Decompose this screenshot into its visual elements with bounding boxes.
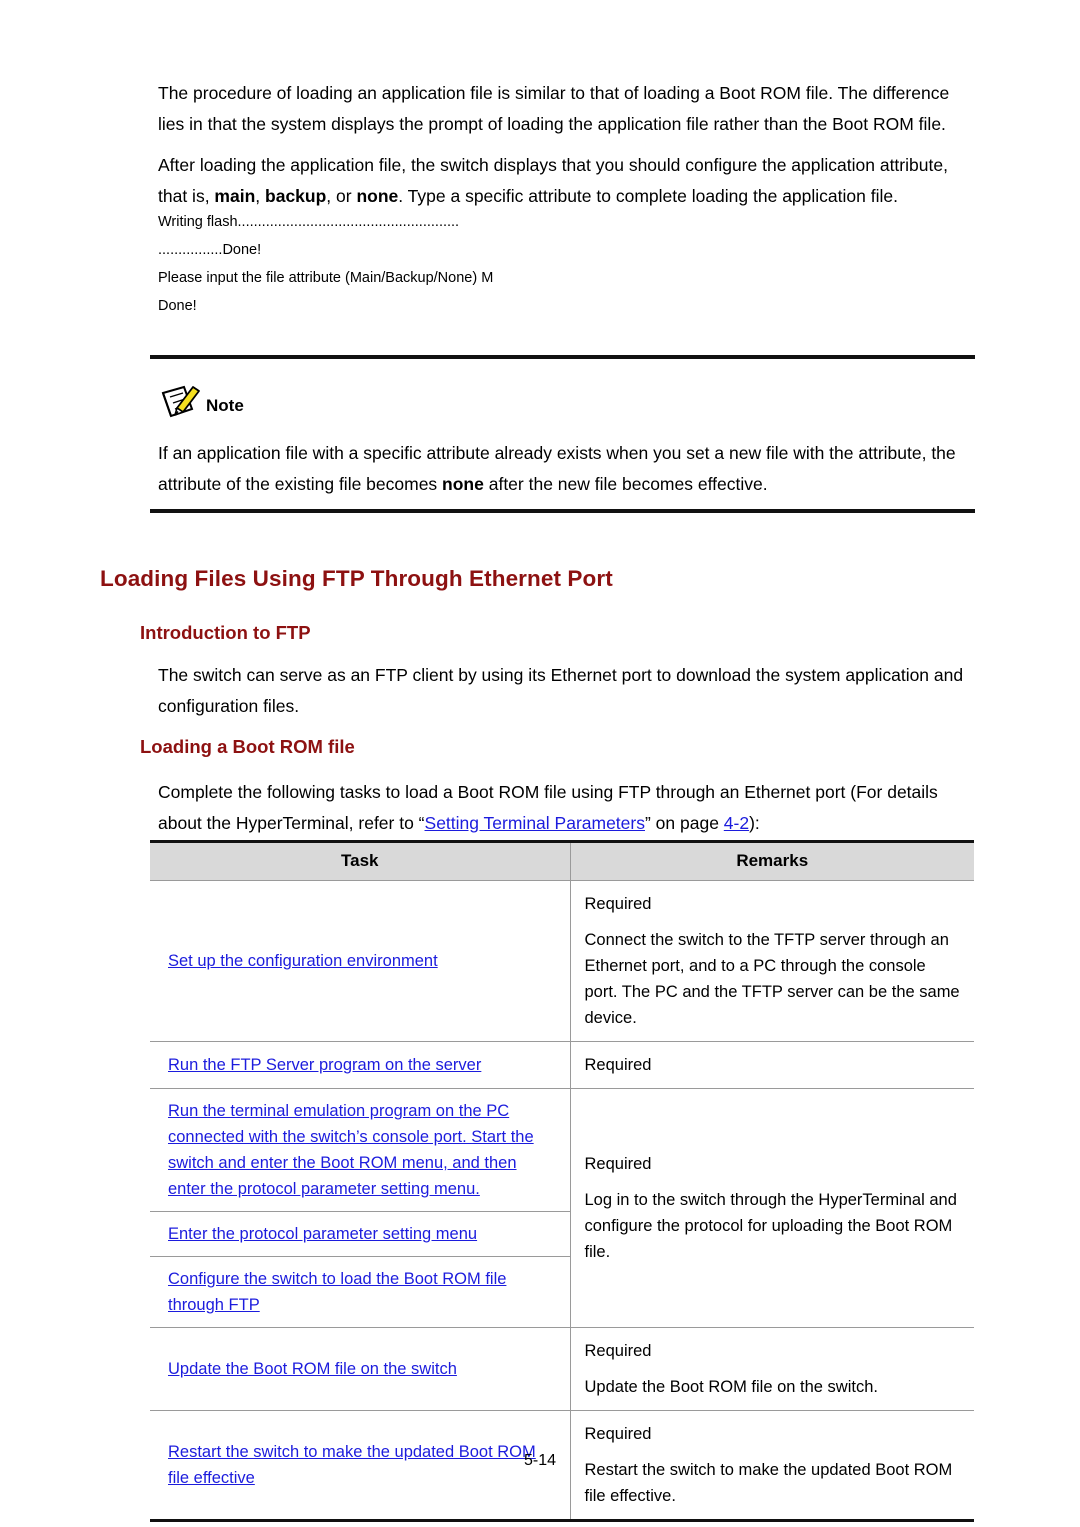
text-run: after the new file becomes effective. bbox=[483, 474, 768, 494]
task-cell: Run the terminal emulation program on th… bbox=[150, 1088, 571, 1212]
emphasis-text: main bbox=[214, 186, 256, 206]
task-link-run-terminal-emulation-program[interactable]: Run the terminal emulation program on th… bbox=[168, 1102, 534, 1198]
task-link-set-up-configuration-environment[interactable]: Set up the configuration environment bbox=[168, 952, 438, 970]
emphasis-text: none bbox=[442, 474, 484, 494]
remarks-line: Connect the switch to the TFTP server th… bbox=[584, 931, 960, 1027]
table-row: Update the Boot ROM file on the switch R… bbox=[150, 1327, 974, 1411]
column-header-task: Task bbox=[150, 840, 571, 881]
remarks-cell: Required bbox=[570, 1041, 974, 1089]
remarks-cell-merged: Required Log in to the switch through th… bbox=[570, 1088, 974, 1328]
note-body: If an application file with a specific a… bbox=[158, 438, 978, 500]
task-cell: Configure the switch to load the Boot RO… bbox=[150, 1256, 571, 1328]
note-pencil-icon bbox=[158, 382, 202, 422]
task-cell: Run the FTP Server program on the server bbox=[150, 1041, 571, 1089]
emphasis-text: backup bbox=[265, 186, 327, 206]
intro-paragraph-2: After loading the application file, the … bbox=[158, 150, 978, 212]
subsection-heading-loading-boot-rom-file: Loading a Boot ROM file bbox=[140, 736, 355, 757]
column-header-remarks: Remarks bbox=[570, 840, 974, 881]
remarks-line: Required bbox=[584, 1425, 652, 1443]
remarks-line: Required bbox=[584, 1342, 652, 1360]
text-run: , bbox=[255, 186, 266, 206]
text-run: ): bbox=[749, 813, 760, 833]
task-link-configure-switch-load-boot-rom-through-ftp[interactable]: Configure the switch to load the Boot RO… bbox=[168, 1270, 506, 1314]
text-run: The procedure of loading an application … bbox=[158, 83, 950, 134]
page-number: 5-14 bbox=[523, 1452, 557, 1469]
note-top-rule bbox=[150, 355, 975, 359]
note-bottom-rule bbox=[150, 509, 975, 513]
task-link-run-ftp-server-program[interactable]: Run the FTP Server program on the server bbox=[168, 1056, 481, 1074]
remarks-line: Required bbox=[584, 1056, 652, 1074]
document-page: The procedure of loading an application … bbox=[0, 0, 1080, 1527]
subsection-heading-introduction-to-ftp: Introduction to FTP bbox=[140, 622, 311, 643]
console-output-line-1: Writing flash...........................… bbox=[158, 214, 460, 230]
remarks-line: Required bbox=[584, 895, 652, 913]
remarks-cell: Required Update the Boot ROM file on the… bbox=[570, 1327, 974, 1411]
introduction-to-ftp-body: The switch can serve as an FTP client by… bbox=[158, 665, 964, 716]
intro-paragraph-1: The procedure of loading an application … bbox=[158, 78, 978, 140]
console-output-line-2: ................Done! bbox=[158, 242, 262, 258]
remarks-cell: Required Connect the switch to the TFTP … bbox=[570, 880, 974, 1042]
console-output-line-3: Please input the file attribute (Main/Ba… bbox=[158, 270, 494, 286]
loading-boot-rom-file-body: Complete the following tasks to load a B… bbox=[158, 777, 983, 839]
text-run: ” on page bbox=[644, 813, 724, 833]
console-output-line-4: Done! bbox=[158, 298, 197, 314]
emphasis-text: none bbox=[356, 186, 399, 206]
remarks-line: Log in to the switch through the HyperTe… bbox=[584, 1191, 957, 1261]
note-label: Note bbox=[206, 396, 244, 415]
task-link-update-boot-rom-file-on-switch[interactable]: Update the Boot ROM file on the switch bbox=[168, 1360, 457, 1378]
task-cell: Set up the configuration environment bbox=[150, 880, 571, 1042]
remarks-line: Update the Boot ROM file on the switch. bbox=[584, 1378, 878, 1396]
task-remarks-table: Task Remarks Set up the configuration en… bbox=[150, 840, 974, 1522]
table-row: Run the FTP Server program on the server… bbox=[150, 1041, 974, 1089]
table-row: Run the terminal emulation program on th… bbox=[150, 1088, 974, 1328]
remarks-line: Required bbox=[584, 1155, 652, 1173]
task-cell: Enter the protocol parameter setting men… bbox=[150, 1211, 571, 1257]
section-heading-loading-files-ftp: Loading Files Using FTP Through Ethernet… bbox=[100, 566, 613, 591]
task-link-enter-protocol-parameter-setting-menu[interactable]: Enter the protocol parameter setting men… bbox=[168, 1225, 477, 1243]
table-header-row: Task Remarks bbox=[150, 840, 974, 881]
text-run: , or bbox=[326, 186, 357, 206]
table-row: Set up the configuration environment Req… bbox=[150, 880, 974, 1042]
text-run: . Type a specific attribute to complete … bbox=[398, 186, 898, 206]
task-cell: Update the Boot ROM file on the switch bbox=[150, 1327, 571, 1411]
inline-link[interactable]: 4-2 bbox=[724, 813, 749, 833]
inline-link[interactable]: Setting Terminal Parameters bbox=[425, 813, 645, 833]
